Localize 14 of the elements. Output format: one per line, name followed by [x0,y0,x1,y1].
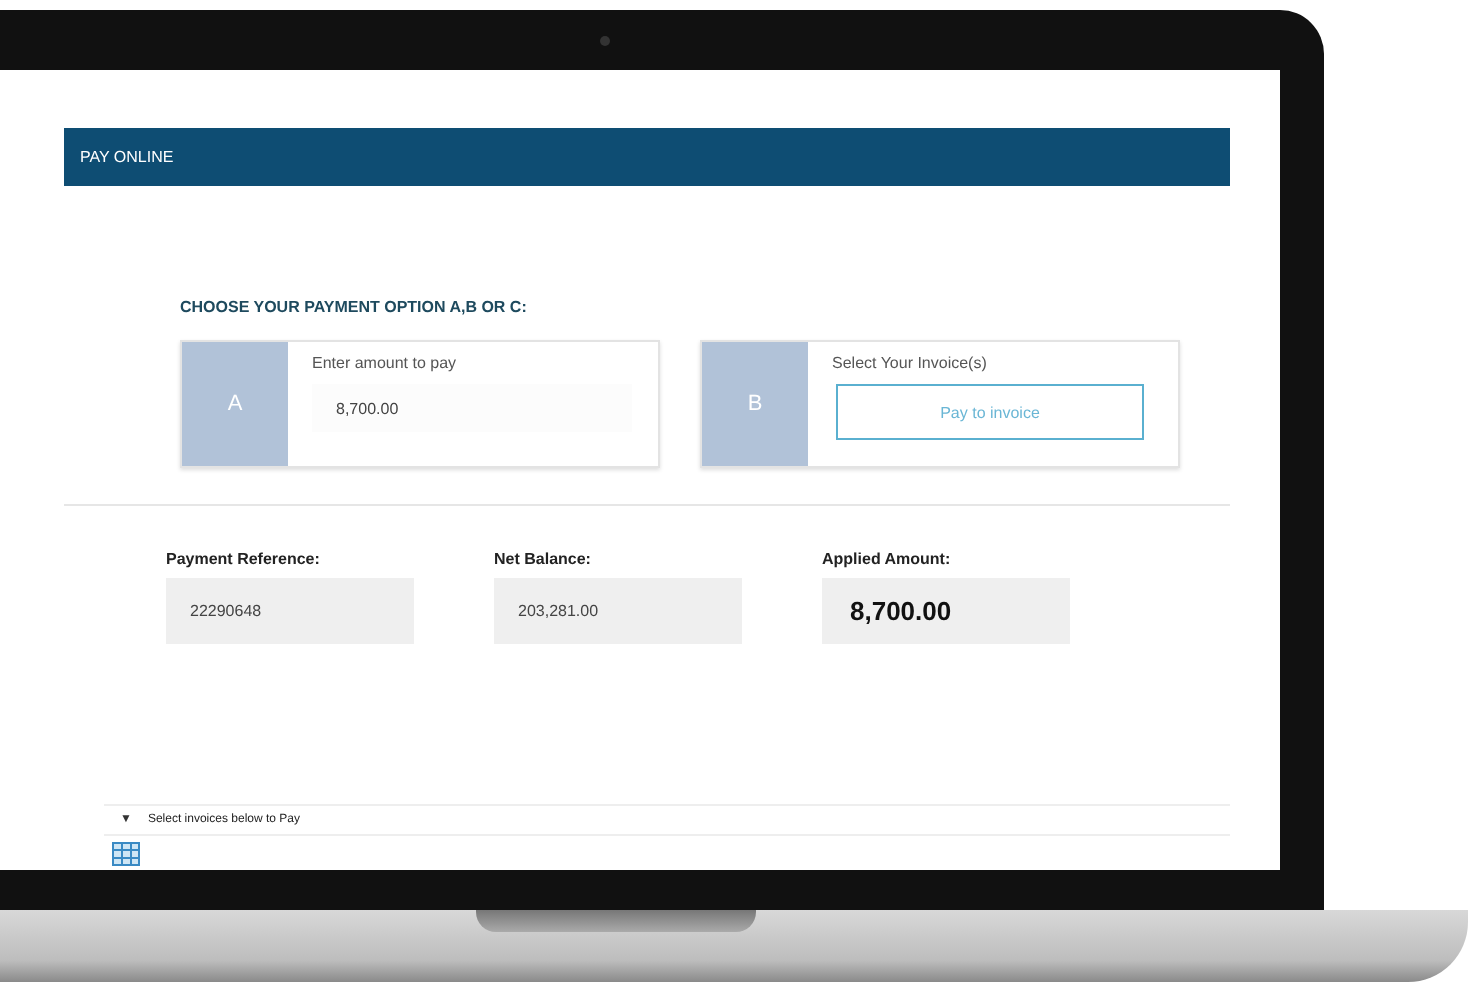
instructions-heading: CHOOSE YOUR PAYMENT OPTION A,B OR C: [180,298,529,316]
summary-label: Net Balance: [494,550,593,568]
summary-value: 22290648 [166,578,414,644]
summary-value: 8,700.00 [822,578,1070,644]
page-title: PAY ONLINE [80,148,174,166]
camera-icon [600,36,610,46]
summary-value: 203,281.00 [494,578,742,644]
option-letter: B [702,342,808,466]
option-letter: A [182,342,288,466]
option-label: Select Your Invoice(s) [832,354,989,372]
table-icon[interactable] [112,842,140,866]
summary-label: Applied Amount: [822,550,953,568]
option-label: Enter amount to pay [312,354,459,372]
summary-label: Payment Reference: [166,550,322,568]
